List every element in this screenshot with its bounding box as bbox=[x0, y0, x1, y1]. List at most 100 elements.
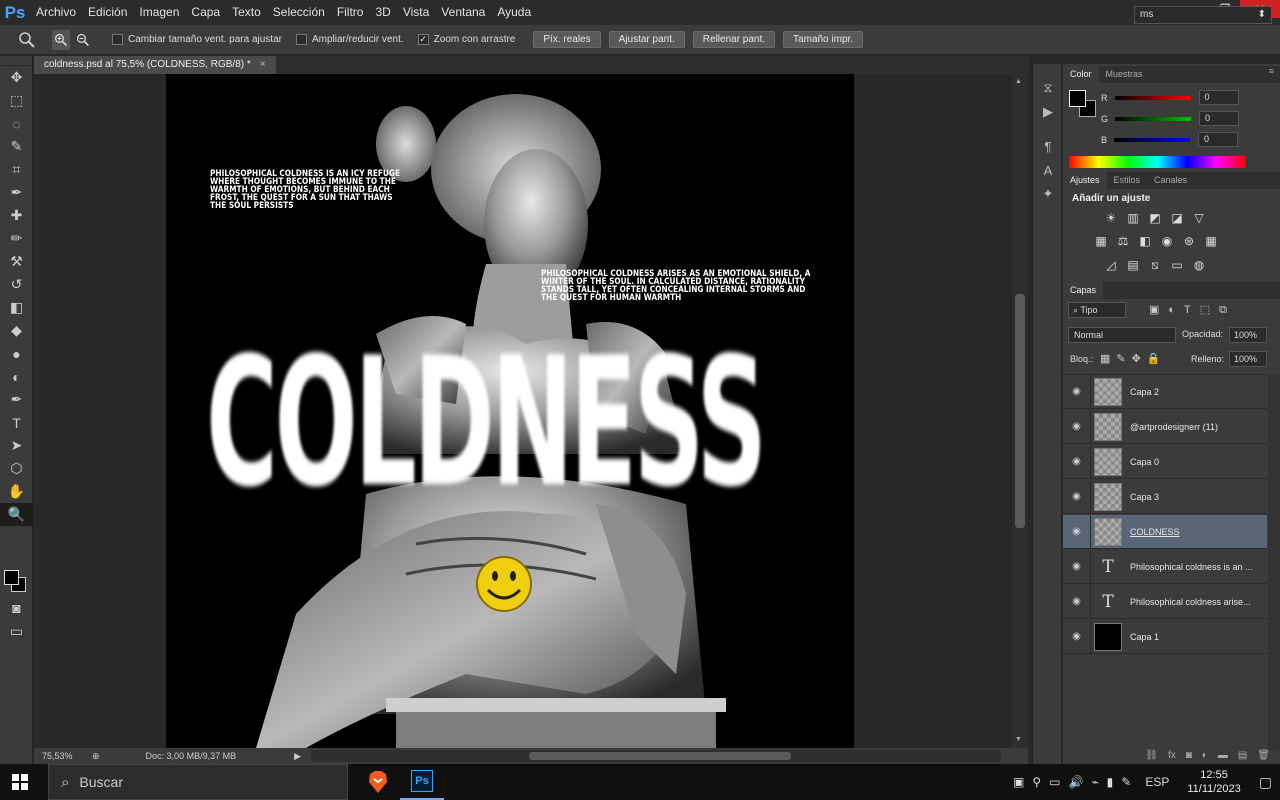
visibility-eye-icon[interactable]: ◉ bbox=[1063, 374, 1091, 409]
selective-color-icon[interactable]: ◍ bbox=[1191, 258, 1207, 272]
visibility-eye-icon[interactable]: ◉ bbox=[1063, 514, 1091, 549]
pen-tool-icon[interactable]: ✒ bbox=[0, 388, 33, 411]
visibility-eye-icon[interactable]: ◉ bbox=[1063, 479, 1091, 514]
layer-row[interactable]: ◉ T Philosophical coldness arise... bbox=[1063, 584, 1267, 619]
menu-0[interactable]: Archivo bbox=[30, 0, 82, 25]
b-ramp[interactable] bbox=[1114, 137, 1191, 142]
stamp-tool-icon[interactable]: ⚒ bbox=[0, 250, 33, 273]
document-tab[interactable]: coldness.psd al 75,5% (COLDNESS, RGB/8) … bbox=[34, 56, 276, 74]
photo-filter-icon[interactable]: ◉ bbox=[1159, 234, 1175, 248]
tab-styles[interactable]: Estilos bbox=[1107, 172, 1148, 189]
marquee-tool-icon[interactable]: ⬚ bbox=[0, 89, 33, 112]
bw-icon[interactable]: ◧ bbox=[1137, 234, 1153, 248]
history-brush-tool-icon[interactable]: ↺ bbox=[0, 273, 33, 296]
color-spectrum[interactable] bbox=[1069, 156, 1246, 168]
shape-tool-icon[interactable]: ⬡ bbox=[0, 457, 33, 480]
move-tool-icon[interactable]: ✥ bbox=[0, 66, 33, 89]
lasso-tool-icon[interactable]: ◌ bbox=[0, 112, 33, 135]
horizontal-scroll-thumb[interactable] bbox=[529, 752, 792, 760]
layer-row[interactable]: ◉ COLDNESS bbox=[1063, 514, 1267, 549]
dodge-tool-icon[interactable]: ◐ bbox=[0, 365, 33, 388]
toolbar-grip[interactable] bbox=[0, 56, 32, 66]
vertical-scroll-thumb[interactable] bbox=[1015, 294, 1025, 528]
layer-name[interactable]: Philosophical coldness is an ... bbox=[1130, 562, 1256, 572]
eraser-tool-icon[interactable]: ◧ bbox=[0, 296, 33, 319]
fx-icon[interactable]: fx bbox=[1168, 750, 1176, 764]
option-checkbox-0[interactable]: Cambiar tamaño vent. para ajustar bbox=[112, 34, 282, 45]
layer-name[interactable]: Capa 1 bbox=[1130, 632, 1256, 642]
visibility-eye-icon[interactable]: ◉ bbox=[1063, 549, 1091, 584]
option-button-1[interactable]: Ajustar pant. bbox=[608, 31, 685, 48]
healing-tool-icon[interactable]: ✚ bbox=[0, 204, 33, 227]
posterize-icon[interactable]: ▤ bbox=[1125, 258, 1141, 272]
r-value[interactable]: 0 bbox=[1198, 90, 1239, 105]
layer-name[interactable]: COLDNESS bbox=[1130, 527, 1256, 537]
threshold-icon[interactable]: ⧅ bbox=[1147, 258, 1163, 272]
zoom-out-icon[interactable] bbox=[74, 30, 92, 50]
new-layer-icon[interactable]: ▤ bbox=[1238, 750, 1247, 764]
brush-presets-icon[interactable]: ✦ bbox=[1033, 182, 1063, 206]
quick-select-tool-icon[interactable]: ✎ bbox=[0, 135, 33, 158]
horizontal-scrollbar[interactable] bbox=[311, 750, 1002, 762]
brightness-icon[interactable]: ☀ bbox=[1103, 211, 1119, 225]
invert-icon[interactable]: ◿ bbox=[1103, 258, 1119, 272]
color-swatches[interactable] bbox=[4, 570, 30, 596]
menu-8[interactable]: Vista bbox=[397, 0, 435, 25]
volume-icon[interactable]: 🔊 bbox=[1068, 775, 1083, 789]
blend-mode-select[interactable]: Normal bbox=[1068, 327, 1176, 343]
color-balance-icon[interactable]: ⚖ bbox=[1115, 234, 1131, 248]
menu-10[interactable]: Ayuda bbox=[491, 0, 537, 25]
panel-menu-icon[interactable]: ≡ bbox=[1269, 66, 1280, 83]
layer-name[interactable]: Capa 0 bbox=[1130, 457, 1256, 467]
scroll-down-icon[interactable]: ▼ bbox=[1015, 736, 1022, 743]
fg-swatch[interactable] bbox=[1069, 90, 1086, 107]
zoom-tool-preset-icon[interactable] bbox=[18, 30, 36, 50]
clock[interactable]: 12:55 11/11/2023 bbox=[1187, 768, 1240, 796]
close-tab-icon[interactable]: × bbox=[260, 56, 266, 74]
menu-9[interactable]: Ventana bbox=[435, 0, 491, 25]
menu-2[interactable]: Imagen bbox=[133, 0, 185, 25]
vertical-scrollbar[interactable]: ▲ ▼ bbox=[1012, 74, 1028, 748]
foreground-color-swatch[interactable] bbox=[4, 570, 19, 585]
g-ramp[interactable] bbox=[1115, 116, 1192, 121]
tab-channels[interactable]: Canales bbox=[1147, 172, 1194, 189]
fill-input[interactable]: 100% bbox=[1229, 351, 1267, 367]
layer-filter-select[interactable]: ⌕ Tipo bbox=[1068, 302, 1126, 318]
menu-3[interactable]: Capa bbox=[185, 0, 226, 25]
checkbox-box[interactable]: ✓ bbox=[417, 34, 429, 45]
lock-icons[interactable]: ▦✎✥🔒 bbox=[1100, 352, 1167, 365]
color-fg-bg[interactable] bbox=[1069, 90, 1097, 118]
workspace-select[interactable]: ms ⬍ bbox=[1134, 6, 1272, 24]
eyedropper-tool-icon[interactable]: ✒ bbox=[0, 181, 33, 204]
layers-scrollbar[interactable] bbox=[1268, 374, 1280, 750]
levels-icon[interactable]: ▥ bbox=[1125, 211, 1141, 225]
type-tool-icon[interactable]: T bbox=[0, 411, 33, 434]
menu-7[interactable]: 3D bbox=[369, 0, 396, 25]
checkbox-box[interactable] bbox=[112, 34, 123, 45]
menu-4[interactable]: Texto bbox=[226, 0, 267, 25]
color-lookup-icon[interactable]: ▦ bbox=[1203, 234, 1219, 248]
layer-row[interactable]: ◉ @artprodesignerr (11) bbox=[1063, 409, 1267, 444]
canvas[interactable]: COLDNESS Philosophical coldness is an ic… bbox=[166, 74, 854, 748]
zoom-in-icon[interactable] bbox=[52, 29, 70, 50]
exposure-icon[interactable]: ◪ bbox=[1169, 211, 1185, 225]
menu-1[interactable]: Edición bbox=[82, 0, 133, 25]
curves-icon[interactable]: ◩ bbox=[1147, 211, 1163, 225]
visibility-eye-icon[interactable]: ◉ bbox=[1063, 619, 1091, 654]
menu-6[interactable]: Filtro bbox=[331, 0, 370, 25]
path-select-tool-icon[interactable]: ➤ bbox=[0, 434, 33, 457]
layer-row[interactable]: ◉ Capa 1 bbox=[1063, 619, 1267, 654]
r-ramp[interactable] bbox=[1114, 95, 1191, 100]
windows-start-icon[interactable] bbox=[0, 764, 40, 800]
menu-5[interactable]: Selección bbox=[267, 0, 331, 25]
language-indicator[interactable]: ESP bbox=[1145, 775, 1169, 789]
option-button-0[interactable]: Píx. reales bbox=[533, 31, 601, 48]
display-icon[interactable]: ▭ bbox=[1049, 775, 1060, 789]
channel-mixer-icon[interactable]: ⊛ bbox=[1181, 234, 1197, 248]
tab-layers[interactable]: Capas bbox=[1063, 282, 1104, 299]
layer-name[interactable]: Philosophical coldness arise... bbox=[1130, 597, 1256, 607]
new-group-icon[interactable]: ▬ bbox=[1218, 750, 1228, 764]
paragraph-panel-icon[interactable]: ¶ bbox=[1033, 134, 1063, 158]
brush-tool-icon[interactable]: ✏ bbox=[0, 227, 33, 250]
layer-row[interactable]: ◉ T Philosophical coldness is an ... bbox=[1063, 549, 1267, 584]
